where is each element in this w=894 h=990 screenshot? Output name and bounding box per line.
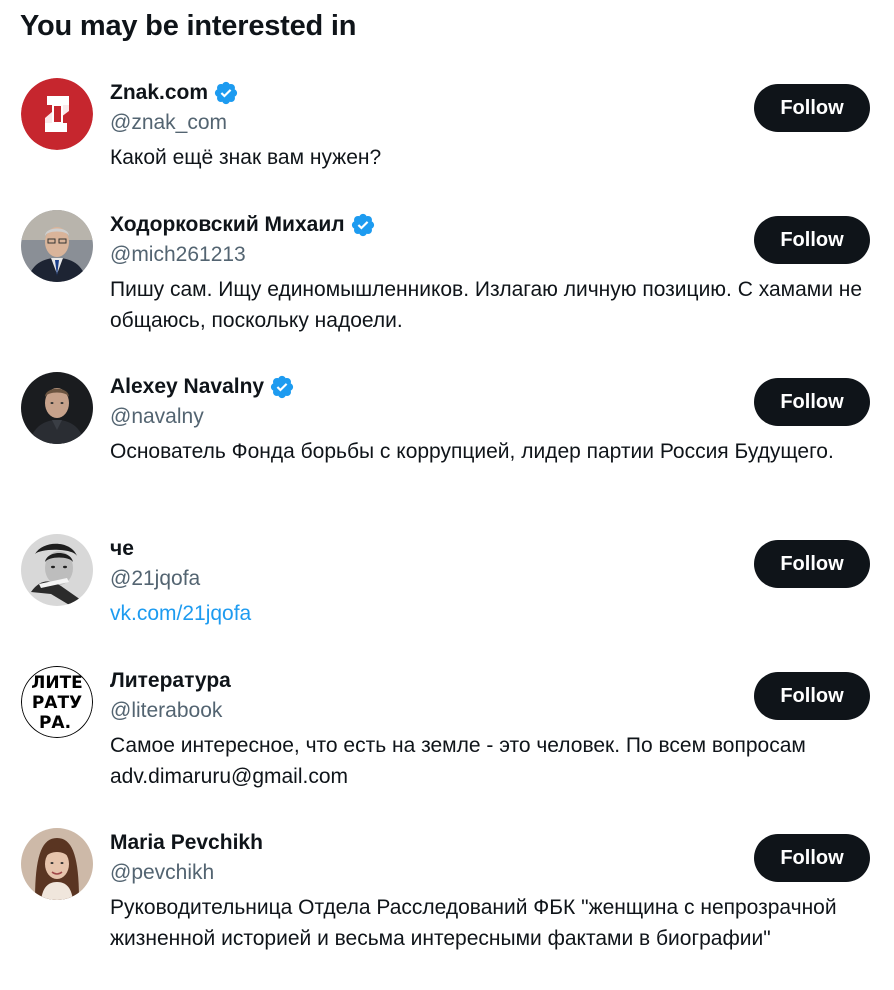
account-card-literabook[interactable]: ЛИТЕ РАТУ РА. Литература @literabook Сам… [0,666,894,806]
follow-button[interactable]: Follow [754,84,870,132]
account-name[interactable]: Znak.com [110,81,208,105]
follow-button[interactable]: Follow [754,834,870,882]
account-bio: Пишу сам. Ищу единомышленников. Излагаю … [110,278,863,332]
account-bio: Самое интересное, что есть на земле - эт… [110,734,806,788]
account-handle: @pevchikh [110,861,215,884]
account-bio: Какой ещё знак вам нужен? [110,146,382,169]
follow-button[interactable]: Follow [754,216,870,264]
account-info: Alexey Navalny @navalny Основатель Фонда… [110,372,834,467]
account-name[interactable]: Maria Pevchikh [110,831,263,855]
account-info: че @21jqofa vk.com/21jqofa [110,534,740,629]
avatar[interactable] [21,210,93,282]
account-info: Ходорковский Михаил @mich261213 Пишу сам… [110,210,862,336]
account-info: Maria Pevchikh @pevchikh Руководительниц… [110,828,837,954]
account-card-znak[interactable]: Znak.com @znak_com Какой ещё знак вам ну… [0,78,894,196]
who-to-follow-panel: You may be interested in Znak.com @znak_… [0,0,894,990]
account-info: Znak.com @znak_com Какой ещё знак вам ну… [110,78,740,173]
account-handle: @navalny [110,405,204,428]
follow-button[interactable]: Follow [754,378,870,426]
portrait-photo-icon [21,828,93,900]
verified-badge-icon [213,80,239,106]
portrait-photo-icon [21,210,93,282]
account-card-pevchikh[interactable]: Maria Pevchikh @pevchikh Руководительниц… [0,828,894,988]
account-handle: @21jqofa [110,567,201,590]
account-card-navalny[interactable]: Alexey Navalny @navalny Основатель Фонда… [0,372,894,512]
follow-button[interactable]: Follow [754,540,870,588]
account-handle: @znak_com [110,111,228,134]
svg-text:РА.: РА. [39,713,71,733]
portrait-photo-icon [21,372,93,444]
account-bio: Основатель Фонда борьбы с коррупцией, ли… [110,440,834,463]
account-name[interactable]: че [110,537,134,561]
account-name[interactable]: Ходорковский Михаил [110,213,345,237]
verified-badge-icon [269,374,295,400]
account-handle: @mich261213 [110,243,246,266]
verified-badge-icon [350,212,376,238]
account-bio: Руководительница Отдела Расследований ФБ… [110,896,837,950]
account-card-21jqofa[interactable]: че @21jqofa vk.com/21jqofa Follow [0,534,894,644]
account-handle: @literabook [110,699,223,722]
avatar[interactable] [21,828,93,900]
avatar[interactable] [21,78,93,150]
account-name[interactable]: Alexey Navalny [110,375,264,399]
follow-button[interactable]: Follow [754,672,870,720]
literatura-logo-icon: ЛИТЕ РАТУ РА. [21,666,93,738]
avatar[interactable] [21,372,93,444]
znak-logo-icon [21,78,93,150]
account-name[interactable]: Литература [110,669,231,693]
avatar[interactable]: ЛИТЕ РАТУ РА. [21,666,93,738]
account-bio-link[interactable]: vk.com/21jqofa [110,598,870,629]
account-card-khodorkovsky[interactable]: Ходорковский Михаил @mich261213 Пишу сам… [0,210,894,350]
section-title: You may be interested in [20,10,357,42]
account-info: Литература @literabook Самое интересное,… [110,666,806,792]
svg-text:РАТУ: РАТУ [32,693,82,713]
portrait-photo-icon [21,534,93,606]
svg-text:ЛИТЕ: ЛИТЕ [31,673,83,693]
avatar[interactable] [21,534,93,606]
